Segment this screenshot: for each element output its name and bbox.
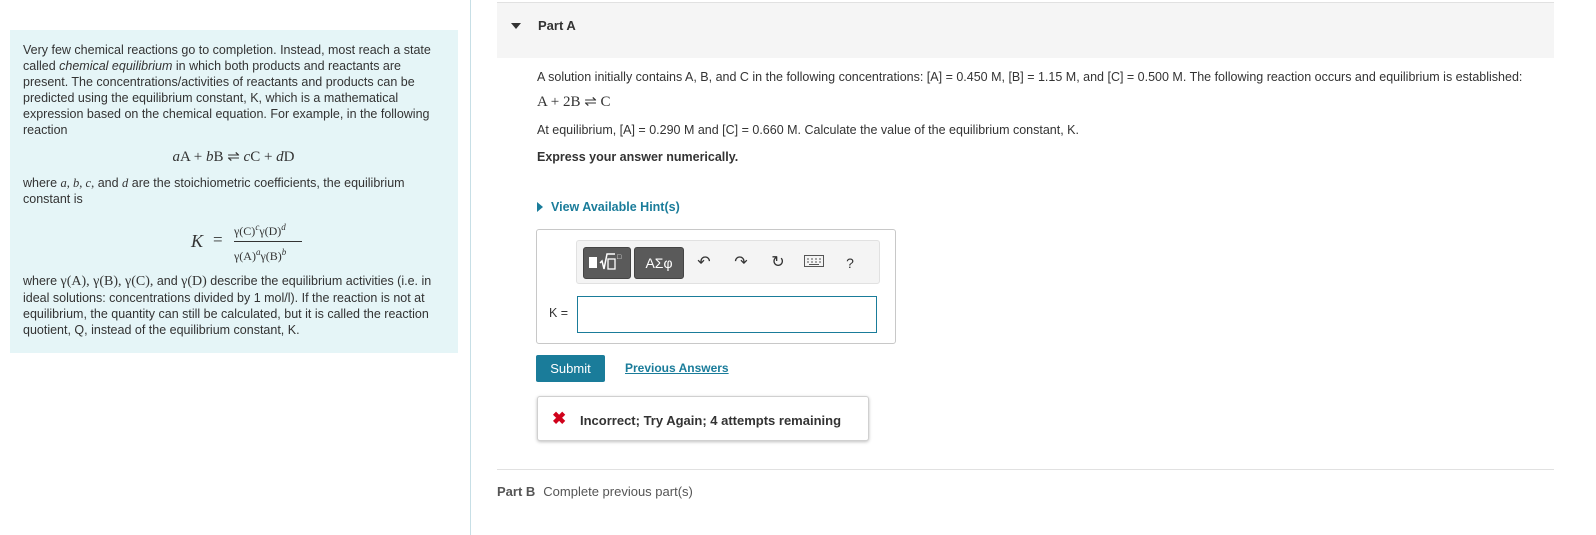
templates-icon: □ [589, 253, 622, 270]
part-b-status: Complete previous part(s) [543, 484, 693, 499]
keyboard-icon[interactable] [803, 252, 825, 274]
expand-arrow-icon [537, 202, 543, 212]
intro-panel: Very few chemical reactions go to comple… [10, 30, 458, 353]
part-a-header[interactable]: Part A [497, 2, 1554, 58]
reset-icon[interactable]: ↻ [767, 252, 789, 274]
answer-box: □ ΑΣφ ↶ ↷ ↻ ? K = [536, 229, 896, 344]
feedback-text: Incorrect; Try Again; 4 attempts remaini… [580, 413, 842, 428]
question-paragraph-1: A solution initially contains A, B, and … [537, 70, 1523, 84]
question-text: A solution initially contains A, B, and … [537, 69, 1537, 165]
part-b-row: Part B Complete previous part(s) [497, 484, 693, 499]
intro-paragraph-1: Very few chemical reactions go to comple… [23, 43, 431, 137]
part-b-title: Part B [497, 484, 536, 499]
greek-symbols-button[interactable]: ΑΣφ [634, 247, 684, 279]
express-instruction: Express your answer numerically. [537, 150, 739, 164]
question-paragraph-2: At equilibrium, [A] = 0.290 M and [C] = … [537, 123, 1079, 137]
keyboard-icon-graphic [804, 255, 824, 267]
math-toolbar: □ ΑΣφ ↶ ↷ ↻ ? [576, 240, 880, 284]
help-button[interactable]: ? [839, 252, 861, 274]
previous-answers-link[interactable]: Previous Answers [625, 361, 729, 375]
general-reaction-equation: aA + bB ⇌ cC + dD [172, 149, 295, 165]
equilibrium-constant-formula: K = γ(C)cγ(D)d γ(A)aγ(B)b [177, 221, 444, 265]
part-a-title: Part A [538, 18, 576, 33]
panel-divider [470, 0, 471, 535]
submit-button[interactable]: Submit [536, 355, 605, 382]
collapse-caret-icon[interactable] [511, 23, 521, 29]
reaction-equation: A + 2B ⇌ C [537, 94, 611, 110]
intro-paragraph-3: where γ(A), γ(B), γ(C), and γ(D) describ… [23, 274, 432, 337]
view-hints-link[interactable]: View Available Hint(s) [537, 200, 680, 214]
templates-button[interactable]: □ [583, 247, 631, 279]
svg-text:□: □ [617, 254, 622, 261]
feedback-box: ✖ Incorrect; Try Again; 4 attempts remai… [537, 396, 869, 441]
answer-input[interactable] [577, 296, 877, 333]
redo-icon[interactable]: ↷ [730, 252, 752, 274]
undo-icon[interactable]: ↶ [693, 252, 715, 274]
part-b-divider [497, 469, 1554, 470]
intro-paragraph-2: where a, b, c, and d are the stoichiomet… [23, 176, 405, 206]
k-label: K = [549, 306, 569, 320]
error-x-icon: ✖ [552, 409, 567, 428]
